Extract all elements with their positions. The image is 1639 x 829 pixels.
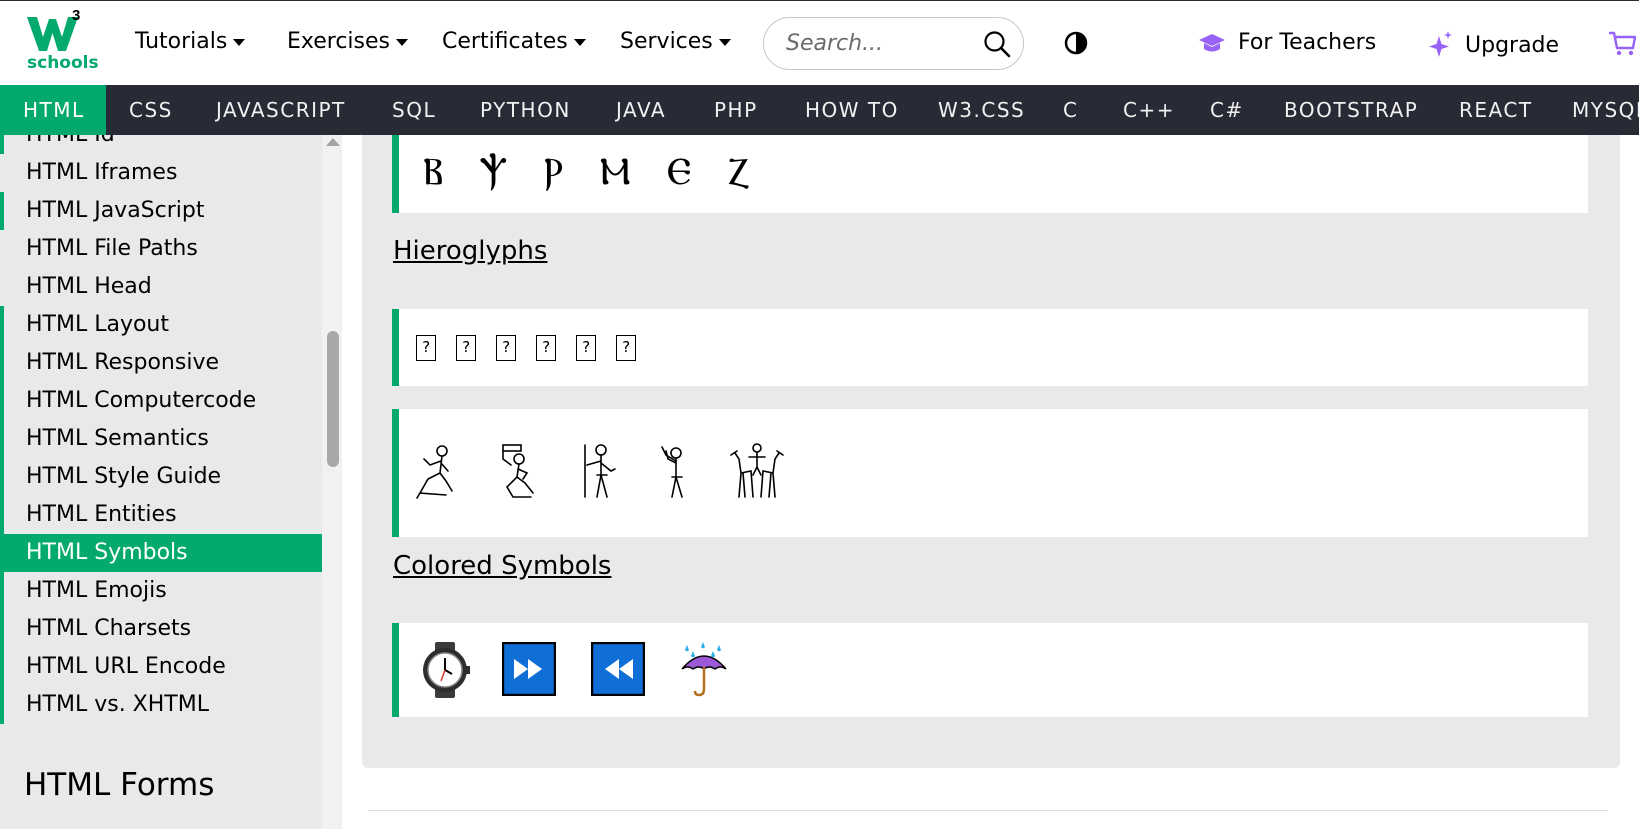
cart-icon[interactable] <box>1608 31 1636 57</box>
search-box <box>763 17 1024 70</box>
hieroglyph-missing-glyph-box: ?????? <box>392 309 1588 386</box>
tutorials-menu[interactable]: Tutorials <box>135 29 246 54</box>
missing-glyph-icon: ? <box>536 335 556 361</box>
sidebar-item-html-responsive[interactable]: HTML Responsive <box>0 344 322 382</box>
sidebar-item-html-emojis[interactable]: HTML Emojis <box>0 572 322 610</box>
colored-symbols-box <box>392 623 1588 717</box>
sidebar-item-html-symbols[interactable]: HTML Symbols <box>0 534 322 572</box>
subnav-css[interactable]: CSS <box>129 85 173 135</box>
sidebar: HTML Id HTML Iframes HTML JavaScript HTM… <box>0 135 322 829</box>
tutorials-label: Tutorials <box>135 29 228 54</box>
fast-rewind-icon <box>591 642 645 696</box>
sidebar-item-html-file-paths[interactable]: HTML File Paths <box>0 230 322 268</box>
caret-down-icon <box>233 39 246 46</box>
man-praying-icon <box>661 446 683 498</box>
graduation-cap-icon <box>1199 33 1225 51</box>
sidebar-item-html-style-guide[interactable]: HTML Style Guide <box>0 458 322 496</box>
missing-glyph-icon: ? <box>616 335 636 361</box>
subnav-python[interactable]: PYTHON <box>480 85 571 135</box>
kneeling-man-icon <box>416 445 453 499</box>
colored-symbols-heading[interactable]: Colored Symbols <box>393 551 611 581</box>
subnav-mysql[interactable]: MYSQL <box>1572 85 1639 135</box>
missing-glyph-row: ?????? <box>416 335 656 361</box>
content-divider <box>368 810 1608 811</box>
subnav-sql[interactable]: SQL <box>392 85 436 135</box>
man-with-basket-icon <box>502 444 534 498</box>
main-content: Ⲃ Ⲯ Ⲣ Ⲙ Ⲉ Ⲍ Hieroglyphs ?????? Colored S… <box>342 135 1639 829</box>
upgrade-link[interactable]: Upgrade <box>1427 30 1559 60</box>
coptic-example-box: Ⲃ Ⲯ Ⲣ Ⲙ Ⲉ Ⲍ <box>392 135 1588 213</box>
upgrade-label: Upgrade <box>1465 32 1560 58</box>
sidebar-item-html-url-encode[interactable]: HTML URL Encode <box>0 648 322 686</box>
services-menu[interactable]: Services <box>620 29 731 54</box>
umbrella-rain-icon <box>681 642 727 697</box>
for-teachers-link[interactable]: For Teachers <box>1198 30 1376 55</box>
certificates-label: Certificates <box>442 29 568 54</box>
sidebar-item-html-charsets[interactable]: HTML Charsets <box>0 610 322 648</box>
subject-nav: HTML CSS JAVASCRIPT SQL PYTHON JAVA PHP … <box>0 85 1639 135</box>
watch-icon <box>423 642 470 698</box>
subnav-php[interactable]: PHP <box>714 85 758 135</box>
scroll-up-arrow-icon[interactable] <box>326 138 340 146</box>
hieroglyph-figures-box <box>392 409 1588 537</box>
sparkle-icon <box>1429 31 1452 57</box>
certificates-menu[interactable]: Certificates <box>442 29 586 54</box>
sidebar-item-html-id[interactable]: HTML Id <box>0 135 322 154</box>
fast-forward-icon <box>502 642 556 696</box>
caret-down-icon <box>396 39 409 46</box>
subnav-html[interactable]: HTML <box>0 85 106 135</box>
sidebar-item-html-entities[interactable]: HTML Entities <box>0 496 322 534</box>
subnav-w3css[interactable]: W3.CSS <box>938 85 1025 135</box>
missing-glyph-icon: ? <box>496 335 516 361</box>
top-header: 3 schools Tutorials Exercises Certificat… <box>0 0 1639 85</box>
caret-down-icon <box>718 39 731 46</box>
logo-text: schools <box>27 53 99 73</box>
missing-glyph-icon: ? <box>456 335 476 361</box>
subnav-csharp[interactable]: C# <box>1210 85 1244 135</box>
missing-glyph-icon: ? <box>576 335 596 361</box>
man-with-staff-icon <box>584 444 616 498</box>
coptic-symbols: Ⲃ Ⲯ Ⲣ Ⲙ Ⲉ Ⲍ <box>423 149 762 193</box>
for-teachers-label: For Teachers <box>1238 30 1377 55</box>
man-with-animals-icon <box>730 443 784 498</box>
subnav-bootstrap[interactable]: BOOTSTRAP <box>1284 85 1418 135</box>
sidebar-scrollbar[interactable] <box>322 135 342 829</box>
caret-down-icon <box>573 39 586 46</box>
subnav-how-to[interactable]: HOW TO <box>805 85 899 135</box>
sidebar-item-html-javascript[interactable]: HTML JavaScript <box>0 192 322 230</box>
exercises-menu[interactable]: Exercises <box>287 29 409 54</box>
services-label: Services <box>620 29 713 54</box>
sidebar-item-html-head[interactable]: HTML Head <box>0 268 322 306</box>
search-input[interactable] <box>786 31 966 56</box>
content-panel: Ⲃ Ⲯ Ⲣ Ⲙ Ⲉ Ⲍ Hieroglyphs ?????? Colored S… <box>362 135 1620 768</box>
sidebar-item-html-iframes[interactable]: HTML Iframes <box>0 154 322 192</box>
exercises-label: Exercises <box>287 29 391 54</box>
sidebar-item-html-semantics[interactable]: HTML Semantics <box>0 420 322 458</box>
subnav-react[interactable]: REACT <box>1459 85 1533 135</box>
contrast-toggle-icon[interactable] <box>1064 31 1088 55</box>
search-icon[interactable] <box>983 30 1011 58</box>
sidebar-item-html-layout[interactable]: HTML Layout <box>0 306 322 344</box>
subnav-cpp[interactable]: C++ <box>1123 85 1175 135</box>
subnav-javascript[interactable]: JAVASCRIPT <box>216 85 346 135</box>
sidebar-heading-html-forms: HTML Forms <box>24 767 215 803</box>
sidebar-item-html-computercode[interactable]: HTML Computercode <box>0 382 322 420</box>
missing-glyph-icon: ? <box>416 335 436 361</box>
w3schools-logo[interactable]: 3 schools <box>26 7 99 73</box>
subnav-c[interactable]: C <box>1063 85 1078 135</box>
sidebar-scroll-thumb[interactable] <box>327 331 339 467</box>
hieroglyphs-heading[interactable]: Hieroglyphs <box>393 236 547 266</box>
subnav-java[interactable]: JAVA <box>616 85 666 135</box>
logo-superscript: 3 <box>72 7 81 24</box>
sidebar-item-html-vs-xhtml[interactable]: HTML vs. XHTML <box>0 686 322 724</box>
